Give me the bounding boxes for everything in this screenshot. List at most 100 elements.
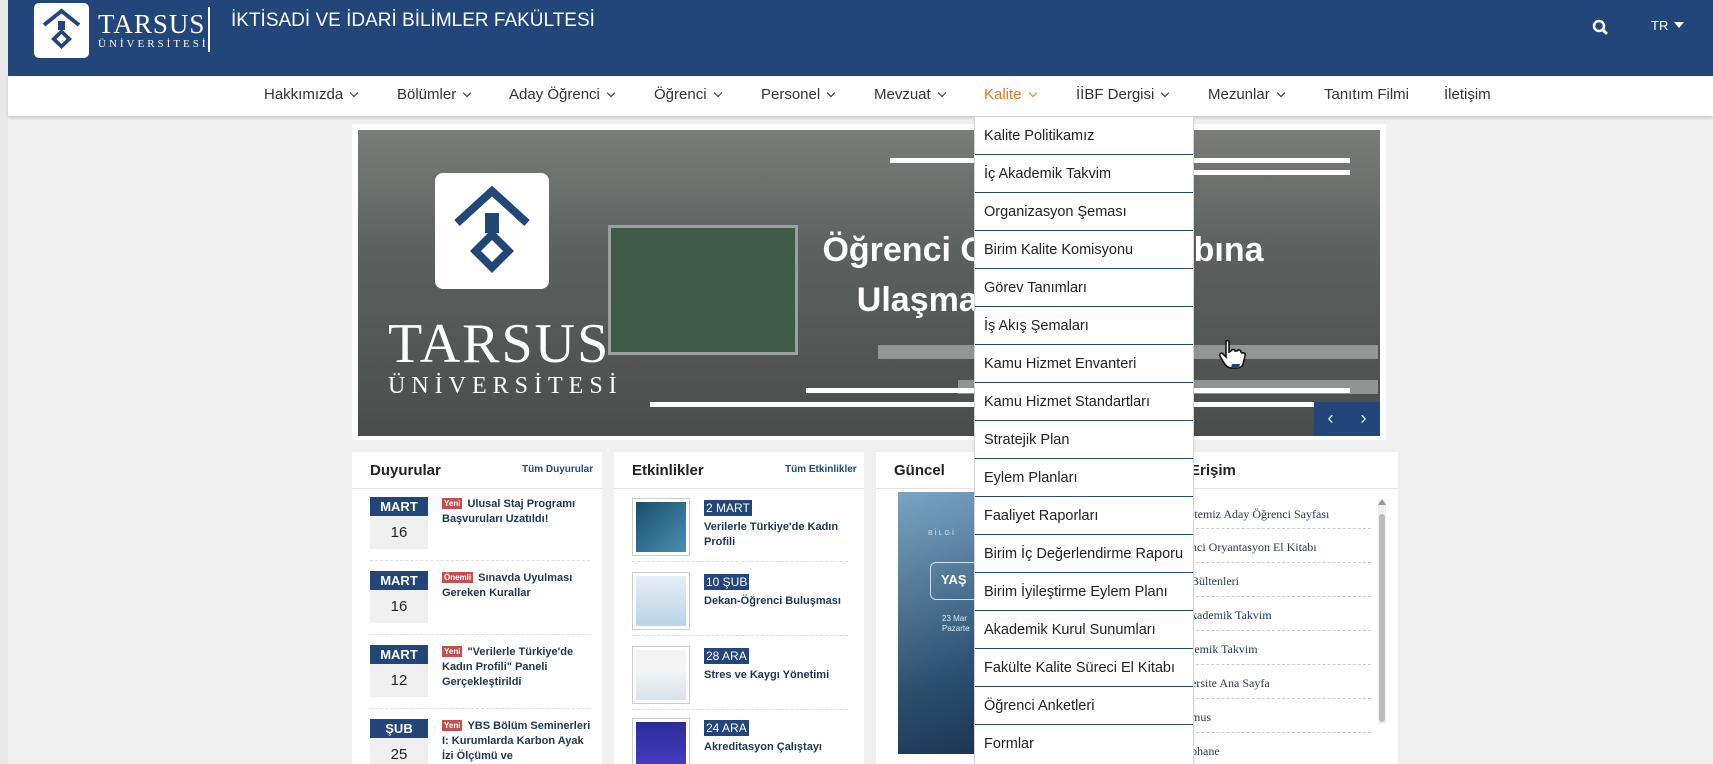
logo-wordmark: TARSUS ÜNİVERSİTESİ	[98, 10, 209, 50]
menu-item-faaliyet-raporlari[interactable]: Faaliyet Raporları	[975, 497, 1193, 535]
date-month: MART	[370, 497, 428, 516]
slider-prev-button[interactable]: ‹	[1314, 402, 1347, 436]
new-badge: Yeni	[442, 720, 463, 731]
quick-access-link[interactable]: nci Oryantasyon El Kitabı	[1191, 540, 1317, 555]
nav-iletisim[interactable]: İletişim	[1444, 86, 1491, 103]
divider	[370, 634, 590, 635]
menu-item-fakulte-kalite-sureci-el-kitabi[interactable]: Fakülte Kalite Süreci El Kitabı	[975, 649, 1193, 687]
announcements-title: Duyurular	[370, 462, 441, 479]
hero-slider[interactable]: TARSUS ÜNİVERSİTESİ Öğrenci Ory itabına U…	[358, 130, 1380, 436]
slide-logo-wordmark: TARSUS ÜNİVERSİTESİ	[388, 313, 617, 400]
menu-item-birim-ic-degerlendirme-raporu[interactable]: Birim İç Değerlendirme Raporu	[975, 535, 1193, 573]
event-thumbnail	[632, 718, 690, 764]
event-thumbnail	[632, 572, 690, 630]
logo-subtitle: ÜNİVERSİTESİ	[98, 38, 209, 50]
university-logo[interactable]	[34, 3, 89, 58]
slider-next-button[interactable]: ›	[1347, 402, 1380, 436]
important-badge: Önemli	[442, 572, 474, 583]
faculty-title[interactable]: İKTİSADİ VE İDARİ BİLİMLER FAKÜLTESİ	[231, 10, 595, 32]
menu-item-birim-iyilestirme-eylem-plani[interactable]: Birim İyileştirme Eylem Planı	[975, 573, 1193, 611]
nav-aday-ogrenci[interactable]: Aday Öğrenci	[509, 86, 616, 103]
divider	[1191, 562, 1371, 563]
nav-mezunlar[interactable]: Mezunlar	[1208, 86, 1285, 103]
quick-access-link[interactable]: phane	[1191, 744, 1220, 759]
classroom-board	[608, 225, 798, 355]
date-month: MART	[370, 571, 428, 590]
menu-item-eylem-planlari[interactable]: Eylem Planları	[975, 459, 1193, 497]
quick-access-link[interactable]: mus	[1191, 710, 1211, 725]
nav-kalite[interactable]: Kalite	[984, 86, 1037, 103]
nav-bolumler[interactable]: Bölümler	[397, 86, 472, 103]
announcement-text: Yeni YBS Bölüm Seminerleri I: Kurumlarda …	[442, 720, 591, 762]
chevron-down-icon	[1276, 88, 1285, 98]
quick-access-link[interactable]: lemik Takvim	[1191, 642, 1258, 657]
divider	[1191, 528, 1371, 529]
scrollbar-thumb[interactable]	[1379, 514, 1385, 722]
announcement-text: Yeni Ulusal Staj Programı Başvuruları Uza…	[442, 498, 576, 525]
announcement-text: Önemli Sınavda Uyulması Gereken Kurallar	[442, 572, 573, 599]
event-title: Dekan-Öğrenci Buluşması	[704, 595, 841, 607]
page: TARSUS ÜNİVERSİTESİ İKTİSADİ VE İDARİ Bİ…	[8, 0, 1713, 764]
hand-pointer-icon	[1218, 339, 1247, 369]
menu-item-ogrenci-anketleri[interactable]: Öğrenci Anketleri	[975, 687, 1193, 725]
all-events-link[interactable]: Tüm Etkinlikler	[785, 464, 857, 475]
new-badge: Yeni	[442, 498, 463, 509]
divider	[632, 561, 848, 562]
divider	[632, 709, 848, 710]
event-title: Akreditasyon Çalıştayı	[704, 741, 822, 753]
quick-access-link[interactable]: Bültenleri	[1191, 574, 1239, 589]
divider	[352, 488, 602, 489]
quick-access-link[interactable]: kademik Takvim	[1191, 608, 1272, 623]
chevron-down-icon	[606, 88, 616, 98]
kalite-dropdown-menu: Kalite Politikamız İç Akademik Takvim Or…	[974, 117, 1194, 764]
quick-access-title: Erişim	[1190, 462, 1236, 479]
divider	[632, 635, 848, 636]
nav-tanitim-filmi[interactable]: Tanıtım Filmi	[1324, 86, 1409, 103]
divider	[370, 708, 590, 709]
logo-emblem-icon	[42, 8, 81, 49]
search-icon[interactable]	[1591, 18, 1611, 38]
divider	[614, 488, 864, 489]
menu-item-ic-akademik-takvim[interactable]: İç Akademik Takvim	[975, 155, 1193, 193]
menu-item-organizasyon-semasi[interactable]: Organizasyon Şeması	[975, 193, 1193, 231]
divider	[370, 560, 590, 561]
nav-mevzuat[interactable]: Mevzuat	[874, 86, 946, 103]
nav-personel[interactable]: Personel	[761, 86, 836, 103]
menu-item-gorev-tanimlari[interactable]: Görev Tanımları	[975, 269, 1193, 307]
date-day: 16	[370, 590, 428, 623]
menu-item-kamu-hizmet-standartlari[interactable]: Kamu Hizmet Standartları	[975, 383, 1193, 421]
divider	[1191, 698, 1371, 699]
event-date: 28 ARA	[704, 648, 749, 664]
new-badge: Yeni	[442, 646, 463, 657]
menu-item-kalite-politikamiz[interactable]: Kalite Politikamız	[975, 117, 1193, 155]
scroll-up-arrow-icon[interactable]	[1378, 499, 1386, 505]
slide-logo-title: TARSUS	[388, 313, 611, 375]
event-thumbnail	[632, 646, 690, 704]
date-day: 12	[370, 664, 428, 697]
language-label: TR	[1651, 18, 1669, 33]
quick-access-link[interactable]: ltemiz Aday Öğrenci Sayfası	[1191, 507, 1329, 522]
logo-title: TARSUS	[98, 9, 206, 39]
all-announcements-link[interactable]: Tüm Duyurular	[522, 464, 593, 475]
menu-item-formlar[interactable]: Formlar	[975, 725, 1193, 763]
guncel-title: Güncel	[894, 462, 945, 479]
menu-item-kamu-hizmet-envanteri[interactable]: Kamu Hizmet Envanteri	[975, 345, 1193, 383]
menu-item-stratejik-plan[interactable]: Stratejik Plan	[975, 421, 1193, 459]
caret-down-icon	[1673, 22, 1684, 28]
menu-item-is-akis-semalari[interactable]: İş Akış Şemaları	[975, 307, 1193, 345]
nav-iibf-dergisi[interactable]: İİBF Dergisi	[1076, 86, 1170, 103]
menu-item-akademik-kurul-sunumlari[interactable]: Akademik Kurul Sunumları	[975, 611, 1193, 649]
language-selector[interactable]: TR	[1651, 18, 1684, 33]
announcement-text: Yeni "Verilerle Türkiye'de Kadın Profili"…	[442, 646, 574, 688]
chevron-down-icon	[826, 88, 836, 98]
nav-ogrenci[interactable]: Öğrenci	[654, 86, 722, 103]
nav-hakkimizda[interactable]: Hakkımızda	[264, 86, 359, 103]
slide-logo	[435, 173, 549, 289]
event-title: Stres ve Kaygı Yönetimi	[704, 669, 830, 681]
menu-item-birim-kalite-komisyonu[interactable]: Birim Kalite Komisyonu	[975, 231, 1193, 269]
announcements-panel: Duyurular Tüm Duyurular MART 16 Yeni Ulus…	[352, 452, 602, 764]
logo-emblem-icon	[454, 185, 530, 273]
date-day: 16	[370, 516, 428, 549]
divider	[1191, 664, 1371, 665]
quick-access-link[interactable]: ersite Ana Sayfa	[1191, 676, 1270, 691]
